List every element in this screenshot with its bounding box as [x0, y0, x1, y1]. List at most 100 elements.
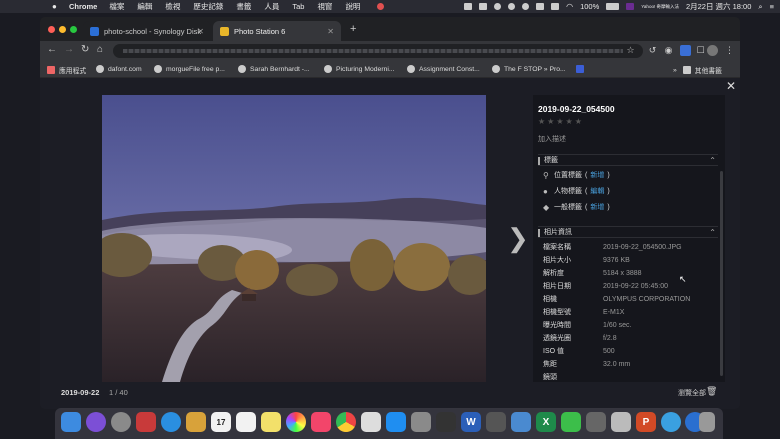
siri-icon[interactable]: [86, 412, 106, 432]
record-icon[interactable]: [377, 3, 385, 10]
menu-file[interactable]: 檔案: [109, 1, 124, 12]
battery-icon[interactable]: [606, 3, 620, 10]
status-icon[interactable]: [551, 3, 560, 10]
new-tab-button[interactable]: +: [350, 23, 356, 35]
macos-menu-bar: ● Chrome 檔案 編輯 檢視 歷史記錄 書籤 人員 Tab 視窗 說明 ◠…: [0, 0, 780, 13]
photos-icon[interactable]: [286, 412, 306, 432]
add-general-tag-link[interactable]: 新增: [590, 202, 604, 212]
app-store-icon[interactable]: [386, 412, 406, 432]
close-window-button[interactable]: [48, 26, 55, 33]
home-icon[interactable]: ⌂: [97, 44, 103, 55]
extension-icon[interactable]: ↺: [647, 45, 658, 56]
input-method-label[interactable]: Yahoo! 奇摩輸入法: [641, 4, 679, 10]
bookmark-sarah-bernhardt[interactable]: Sarah Bernhardt -...: [238, 65, 310, 73]
control-center-icon[interactable]: ≡: [770, 2, 774, 11]
chrome-icon[interactable]: [336, 412, 356, 432]
tab-photo-station[interactable]: Photo Station 6 ✕: [213, 21, 341, 41]
info-row-exposure: 曝光時間 1/60 sec.: [543, 321, 632, 330]
address-bar[interactable]: [113, 44, 643, 58]
app-menu-chrome[interactable]: Chrome: [69, 2, 97, 11]
rating-stars[interactable]: ★★★★★: [538, 117, 584, 126]
bookmark-assignment[interactable]: Assignment Const...: [407, 65, 480, 73]
screenshot-icon[interactable]: [486, 412, 506, 432]
add-description-link[interactable]: 加入描述: [538, 134, 566, 144]
apple-menu-icon[interactable]: ●: [52, 2, 61, 11]
panel-scrollbar[interactable]: [720, 171, 723, 376]
profile-avatar-icon[interactable]: [707, 45, 718, 56]
landscape-photo[interactable]: [102, 95, 486, 382]
photo-info-panel: 2019-09-22_054500 ★★★★★ 加入描述 標籤 ⌃ ⚲ 位置標籤…: [533, 95, 725, 382]
screen-share-icon[interactable]: [586, 412, 606, 432]
bookmark-star-icon[interactable]: ☆: [625, 45, 636, 56]
notes-icon[interactable]: [186, 412, 206, 432]
bookmark-apps[interactable]: 應用程式: [47, 65, 86, 75]
close-viewer-button[interactable]: ✕: [726, 79, 736, 93]
menu-bookmarks[interactable]: 書籤: [236, 1, 251, 12]
photo-info-section-header[interactable]: 相片資訊 ⌃: [538, 226, 718, 238]
search-icon[interactable]: ⌕: [758, 2, 762, 12]
add-location-tag-link[interactable]: 新增: [590, 170, 604, 180]
image-capture-icon[interactable]: [511, 412, 531, 432]
tab-synology-disk[interactable]: photo-school - Synology Disk ✕: [83, 21, 211, 41]
extension-icon[interactable]: ☐: [695, 45, 706, 56]
bookmark-facebook[interactable]: [576, 65, 588, 73]
calendar-icon[interactable]: 17: [211, 412, 231, 432]
bookmark-f-stop[interactable]: The F STOP » Pro...: [492, 65, 566, 73]
launchpad-icon[interactable]: [111, 412, 131, 432]
chrome-menu-icon[interactable]: ⋮: [724, 45, 735, 56]
forward-icon[interactable]: →: [64, 44, 74, 55]
minimize-window-button[interactable]: [59, 26, 66, 33]
system-preferences-icon[interactable]: [411, 412, 431, 432]
edit-people-tag-link[interactable]: 編輯: [590, 186, 604, 196]
status-icon[interactable]: [536, 3, 545, 10]
wechat-icon[interactable]: [561, 412, 581, 432]
zoom-window-button[interactable]: [70, 26, 77, 33]
photo-booth-icon[interactable]: [136, 412, 156, 432]
chevron-up-icon: ⌃: [709, 227, 716, 237]
stickies-icon[interactable]: [261, 412, 281, 432]
time-machine-icon[interactable]: [522, 3, 530, 10]
bookmark-picturing-modernity[interactable]: Picturing Moderni...: [324, 65, 395, 73]
reminders-icon[interactable]: [236, 412, 256, 432]
status-icon[interactable]: [494, 3, 502, 10]
bookmark-morguefile[interactable]: morgueFile free p...: [154, 65, 225, 73]
yahoo-input-icon[interactable]: [626, 3, 635, 10]
music-icon[interactable]: [311, 412, 331, 432]
folder-icon[interactable]: [669, 412, 689, 432]
status-icon[interactable]: [479, 3, 488, 10]
wifi-icon[interactable]: ◠: [566, 2, 573, 11]
camera-icon[interactable]: [436, 412, 456, 432]
back-icon[interactable]: ←: [47, 44, 57, 55]
preview-image-icon[interactable]: [611, 412, 631, 432]
menu-view[interactable]: 檢視: [165, 1, 180, 12]
browse-all-button[interactable]: 瀏覽全部: [678, 388, 706, 398]
tags-section-header[interactable]: 標籤 ⌃: [538, 154, 718, 166]
status-icon[interactable]: [508, 3, 516, 10]
next-photo-button[interactable]: ❯: [507, 223, 529, 254]
menu-history[interactable]: 歷史記錄: [193, 1, 223, 12]
menu-help[interactable]: 說明: [345, 1, 360, 12]
powerpoint-icon[interactable]: P: [636, 412, 656, 432]
close-tab-icon[interactable]: ✕: [197, 27, 204, 36]
menu-people[interactable]: 人員: [264, 1, 279, 12]
bookmark-dafont[interactable]: dafont.com: [96, 65, 142, 73]
extension-icon[interactable]: [680, 45, 691, 56]
status-icon[interactable]: [464, 3, 473, 10]
excel-icon[interactable]: X: [536, 412, 556, 432]
menu-edit[interactable]: 編輯: [137, 1, 152, 12]
word-icon[interactable]: W: [461, 412, 481, 432]
safari-icon[interactable]: [161, 412, 181, 432]
album-date: 2019-09-22: [61, 388, 100, 397]
trash-icon[interactable]: [699, 412, 715, 432]
delete-icon[interactable]: 🗑: [706, 386, 717, 397]
clock[interactable]: 2月22日 週六 18:00: [686, 1, 751, 12]
close-tab-icon[interactable]: ✕: [327, 27, 334, 36]
extension-icon[interactable]: ◉: [663, 45, 674, 56]
tab-strip: photo-school - Synology Disk ✕ Photo Sta…: [40, 17, 740, 41]
finder-icon[interactable]: [61, 412, 81, 432]
reload-icon[interactable]: ↻: [81, 44, 89, 55]
menu-tab[interactable]: Tab: [292, 2, 304, 11]
other-bookmarks[interactable]: » 其他書籤: [673, 65, 722, 75]
menu-window[interactable]: 視窗: [317, 1, 332, 12]
preview-icon[interactable]: [361, 412, 381, 432]
